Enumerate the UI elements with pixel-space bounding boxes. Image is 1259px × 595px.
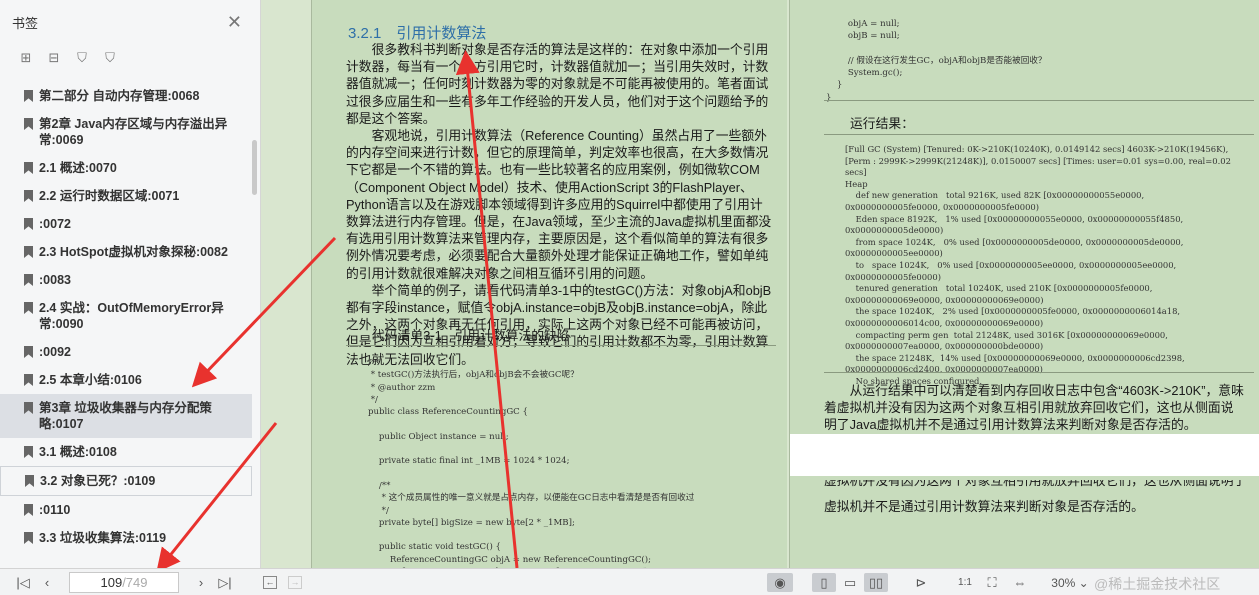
bookmark-item[interactable]: :0072 <box>0 210 252 238</box>
forward-icon[interactable]: → <box>287 573 303 592</box>
bookmark-label: 3.2 对象已死？:0109 <box>40 474 156 488</box>
divider <box>346 345 776 346</box>
bookmark-item[interactable]: 3.3 垃圾收集算法:0119 <box>0 524 252 552</box>
bookmark-label: 2.3 HotSpot虚拟机对象探秘:0082 <box>39 245 228 259</box>
bookmark-flag-icon <box>24 446 33 458</box>
bookmark-flag-icon <box>24 190 33 202</box>
divider <box>824 100 1254 101</box>
eye-protection-icon[interactable]: ◉ <box>767 573 793 592</box>
bottom-toolbar: |◁ ‹ 109 /749 › ▷| ← → ◉ ▯ ▭ ▯▯ ⊳ 1:1 ⛶ … <box>0 568 1259 595</box>
section-heading: 3.2.1 引用计数算法 <box>348 25 487 42</box>
bookmark-label: :0083 <box>39 273 71 287</box>
two-page-icon[interactable]: ▯▯ <box>864 573 888 592</box>
sidebar-scrollbar[interactable] <box>252 140 257 195</box>
play-icon[interactable]: ⊳ <box>911 573 931 592</box>
bookmark-item[interactable]: 2.2 运行时数据区域:0071 <box>0 182 252 210</box>
collapse-all-icon[interactable]: ⊟ <box>46 50 62 66</box>
current-page: 109 <box>100 575 123 590</box>
conclusion-paragraph: 从运行结果中可以清楚看到内存回收日志中包含“4603K->210K”，意味着虚拟… <box>824 383 1244 433</box>
bookmark-flag-icon <box>24 302 33 314</box>
bookmark-flag-icon <box>24 274 33 286</box>
bookmark-label: 2.1 概述:0070 <box>39 161 117 175</box>
page-view-icon[interactable]: ▭ <box>841 573 859 592</box>
bookmark-item[interactable]: 2.5 本章小结:0106 <box>0 366 252 394</box>
next-page-icon[interactable]: › <box>192 573 210 592</box>
bookmarks-sidebar: 书签 ✕ ⊞ ⊟ ⛉ ⛉ 第二部分 自动内存管理:0068 第2章 Java内存… <box>0 0 261 568</box>
bookmark-label: 2.2 运行时数据区域:0071 <box>39 189 180 203</box>
divider <box>824 134 1254 135</box>
total-pages: /749 <box>122 575 148 590</box>
bookmark-item[interactable]: :0110 <box>0 496 252 524</box>
sidebar-toolbar: ⊞ ⊟ ⛉ ⛉ <box>0 44 260 72</box>
sidebar-title: 书签 <box>12 15 39 31</box>
actual-size-icon[interactable]: 1:1 <box>955 573 975 592</box>
listing-title: 代码清单3-1 引用计数算法的缺陷 <box>372 328 570 343</box>
bookmark-flag-icon <box>24 90 33 102</box>
bookmark-flag-icon <box>24 504 33 516</box>
bookmark-item[interactable]: 2.3 HotSpot虚拟机对象探秘:0082 <box>0 238 252 266</box>
bookmark-item-focused[interactable]: 3.2 对象已死？:0109 <box>0 466 252 496</box>
first-page-icon[interactable]: |◁ <box>14 573 32 592</box>
zoom-level[interactable]: 30% ⌄ <box>1050 573 1090 592</box>
bookmark-item[interactable]: 2.4 实战：OutOfMemoryError异常:0090 <box>0 294 252 338</box>
result-title: 运行结果： <box>850 116 914 131</box>
bookmark-label: 2.4 实战：OutOfMemoryError异常:0090 <box>39 301 224 331</box>
document-page-right: objA = null; objB = null; // 假设在这行发生GC，o… <box>789 0 1259 568</box>
bookmark-icon[interactable]: ⛉ <box>102 50 118 66</box>
ghost-text: 虚拟机并没有因为这两个对象互相引用就放弃回收它们，这也从侧面说明了Java <box>824 480 1247 488</box>
bookmark-flag-icon <box>24 118 33 130</box>
document-page-left: 3.2.1 引用计数算法 很多教科书判断对象是否存活的算法是这样的：在对象中添加… <box>311 0 787 568</box>
add-bookmark-icon[interactable]: ⛉ <box>74 50 90 66</box>
bookmark-item-selected[interactable]: 第3章 垃圾收集器与内存分配策略:0107 <box>0 394 252 438</box>
ghost-text-line2: 虚拟机并不是通过引用计数算法来判断对象是否存活的。 <box>824 499 1144 514</box>
bookmark-item[interactable]: :0092 <box>0 338 252 366</box>
bookmark-item[interactable]: :0083 <box>0 266 252 294</box>
bookmark-item[interactable]: 2.1 概述:0070 <box>0 154 252 182</box>
bookmark-label: :0110 <box>39 503 71 517</box>
watermark-text: @稀土掘金技术社区 <box>1094 576 1221 592</box>
single-page-icon[interactable]: ▯ <box>812 573 836 592</box>
gc-log-output: [Full GC (System) [Tenured: 0K->210K(102… <box>845 144 1231 386</box>
page-number-input[interactable]: 109 /749 <box>69 572 179 593</box>
bookmark-label: 3.3 垃圾收集算法:0119 <box>39 531 167 545</box>
bookmark-label: 第3章 垃圾收集器与内存分配策略:0107 <box>39 401 212 431</box>
bookmark-item[interactable]: 第二部分 自动内存管理:0068 <box>0 82 252 110</box>
pdf-reader-window: 书签 ✕ ⊞ ⊟ ⛉ ⛉ 第二部分 自动内存管理:0068 第2章 Java内存… <box>0 0 1259 595</box>
zoom-value: 30% <box>1051 575 1076 590</box>
bookmark-flag-icon <box>24 532 33 544</box>
close-icon[interactable]: ✕ <box>227 12 242 33</box>
back-icon[interactable]: ← <box>262 573 278 592</box>
bookmark-flag-icon <box>24 162 33 174</box>
blank-area <box>790 434 1259 476</box>
bookmark-label: 2.5 本章小结:0106 <box>39 373 142 387</box>
last-page-icon[interactable]: ▷| <box>216 573 234 592</box>
code-listing-continued: objA = null; objB = null; // 假设在这行发生GC，o… <box>826 19 1047 103</box>
body-text: 很多教科书判断对象是否存活的算法是这样的：在对象中添加一个引用计数器，每当有一个… <box>346 41 774 368</box>
bookmark-label: 第2章 Java内存区域与内存溢出异常:0069 <box>39 117 228 147</box>
prev-page-icon[interactable]: ‹ <box>38 573 56 592</box>
bookmark-flag-icon <box>24 218 33 230</box>
bookmark-flag-icon <box>25 475 34 487</box>
fit-width-icon[interactable]: ⇔ <box>1010 573 1030 592</box>
bookmark-flag-icon <box>24 246 33 258</box>
bookmark-label: 第二部分 自动内存管理:0068 <box>39 89 200 103</box>
divider <box>824 372 1254 373</box>
bookmark-flag-icon <box>24 346 33 358</box>
fit-page-icon[interactable]: ⛶ <box>982 573 1002 592</box>
paragraph: 很多教科书判断对象是否存活的算法是这样的：在对象中添加一个引用计数器，每当有一个… <box>346 42 769 126</box>
bookmark-label: :0072 <box>39 217 71 231</box>
sidebar-header: 书签 ✕ <box>0 0 260 44</box>
bookmark-item[interactable]: 3.1 概述:0108 <box>0 438 252 466</box>
code-listing: /** * testGC()方法执行后，objA和objB会不会被GC呢？ * … <box>368 358 695 568</box>
bookmark-flag-icon <box>24 374 33 386</box>
bookmark-flag-icon <box>24 402 33 414</box>
ghost-text-line: 虚拟机并没有因为这两个对象互相引用就放弃回收它们，这也从侧面说明了Java <box>824 480 1254 489</box>
bookmark-label: 3.1 概述:0108 <box>39 445 117 459</box>
paragraph: 客观地说，引用计数算法（Reference Counting）虽然占用了一些额外… <box>346 128 772 281</box>
bookmark-label: :0092 <box>39 345 71 359</box>
bookmark-list: 第二部分 自动内存管理:0068 第2章 Java内存区域与内存溢出异常:006… <box>0 82 252 568</box>
expand-all-icon[interactable]: ⊞ <box>18 50 34 66</box>
bookmark-item[interactable]: 第2章 Java内存区域与内存溢出异常:0069 <box>0 110 252 154</box>
